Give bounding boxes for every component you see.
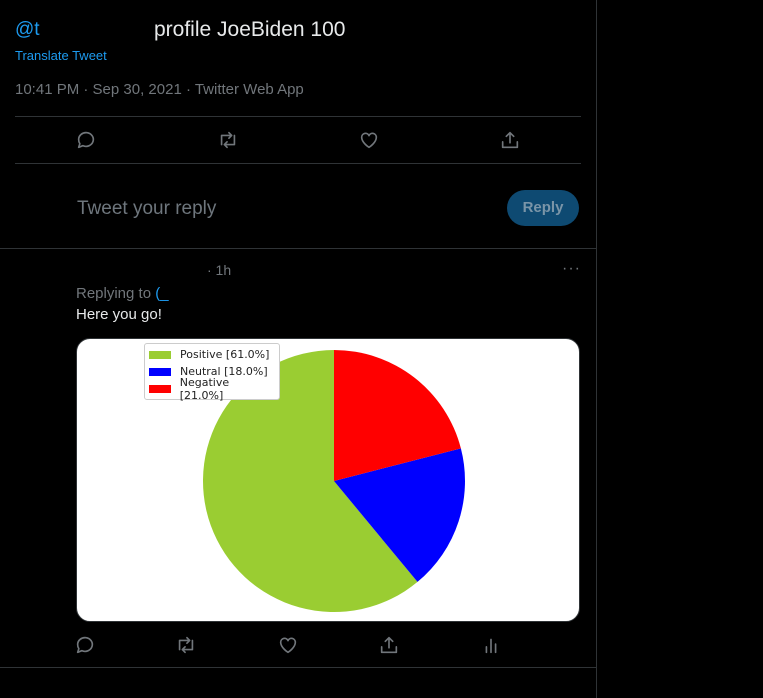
tweet-text: profile JoeBiden 100: [154, 18, 346, 41]
legend-entry: Negative [21.0%]: [149, 376, 275, 402]
share-icon[interactable]: [499, 129, 521, 151]
replying-to-label: Replying to: [76, 285, 152, 302]
reply-icon[interactable]: [74, 634, 96, 656]
divider: [0, 248, 597, 249]
legend-swatch: [149, 384, 171, 393]
chart-legend: Positive [61.0%] Neutral [18.0%] Negative …: [144, 343, 280, 402]
like-icon[interactable]: [277, 634, 299, 656]
retweet-icon[interactable]: [175, 634, 197, 656]
retweet-icon[interactable]: [217, 129, 239, 151]
legend-entry: Positive [61.0%]: [149, 346, 275, 363]
legend-swatch: [149, 367, 171, 376]
divider: [0, 667, 597, 668]
replying-to: Replying to (_: [76, 285, 169, 302]
like-icon[interactable]: [358, 129, 380, 151]
legend-swatch: [149, 350, 171, 359]
divider: [15, 116, 581, 117]
media-image[interactable]: Positive [61.0%] Neutral [18.0%] Negative …: [76, 338, 580, 622]
author-handle[interactable]: @t: [15, 19, 40, 41]
reply-text: Here you go!: [76, 306, 162, 323]
reply-input[interactable]: Tweet your reply: [77, 198, 216, 220]
more-options-icon[interactable]: ···: [562, 260, 581, 278]
reply-button[interactable]: Reply: [507, 190, 579, 226]
replying-to-handle[interactable]: (_: [155, 285, 168, 302]
timeline-column: @t profile JoeBiden 100 Translate Tweet …: [0, 0, 597, 698]
divider: [15, 163, 581, 164]
reply-icon[interactable]: [75, 129, 97, 151]
share-icon[interactable]: [378, 634, 400, 656]
analytics-icon[interactable]: [480, 634, 502, 656]
reply-timestamp[interactable]: · 1h: [207, 262, 231, 278]
translate-tweet-link[interactable]: Translate Tweet: [15, 48, 107, 63]
legend-label: Positive [61.0%]: [180, 348, 270, 361]
legend-label: Negative [21.0%]: [179, 375, 230, 402]
tweet-meta[interactable]: 10:41 PM · Sep 30, 2021 · Twitter Web Ap…: [15, 81, 304, 98]
